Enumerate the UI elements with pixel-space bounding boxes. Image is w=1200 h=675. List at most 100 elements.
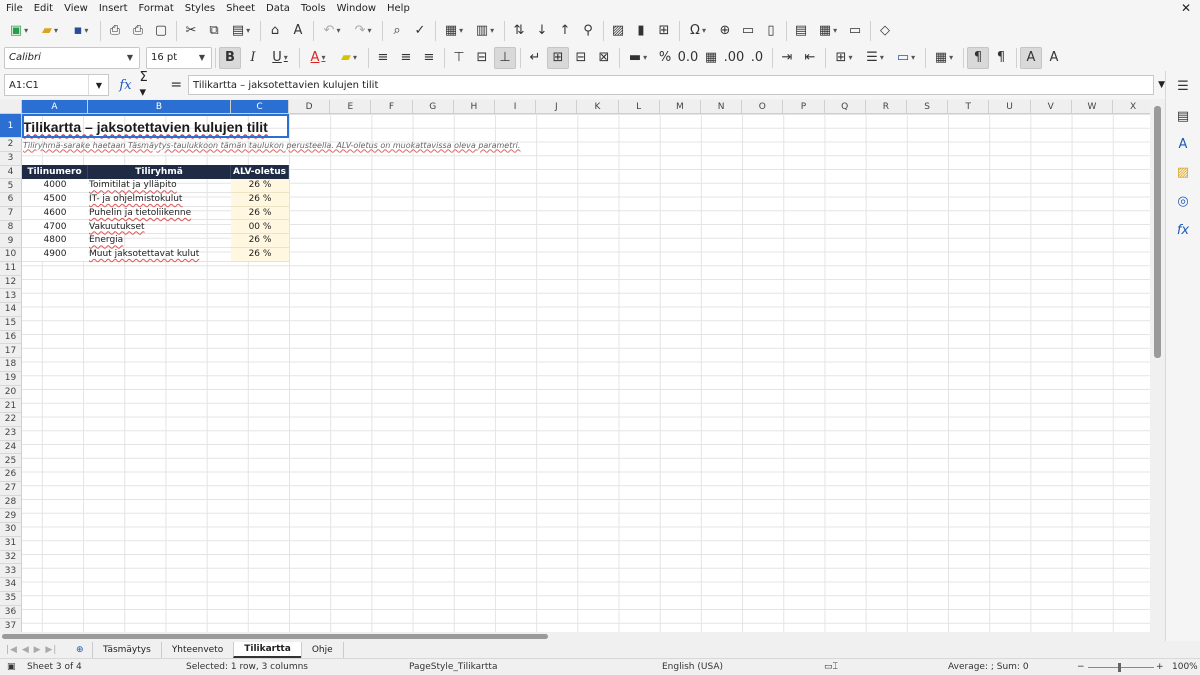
insert-chart-icon[interactable]: ▮	[630, 20, 652, 42]
clone-formatting-icon[interactable]: ⌂	[264, 20, 286, 42]
row-header-23[interactable]: 23	[0, 426, 22, 441]
row-header-33[interactable]: 33	[0, 564, 22, 578]
italic-button[interactable]: I	[242, 47, 264, 69]
column-header-p[interactable]: P	[783, 100, 825, 114]
menu-sheet[interactable]: Sheet	[226, 3, 255, 14]
vat-default-cell[interactable]: 26 %	[231, 247, 289, 262]
merge-cells-icon[interactable]: ⊟	[570, 47, 592, 69]
font-name-combo[interactable]: Calibri ▼	[4, 46, 140, 69]
chevron-down-icon[interactable]: ▼	[121, 48, 139, 68]
row-header-30[interactable]: 30	[0, 523, 22, 537]
row-header-28[interactable]: 28	[0, 495, 22, 510]
bold-button[interactable]: B	[219, 46, 241, 69]
tab-navigation-icon[interactable]: |◀ ◀ ▶ ▶|	[6, 645, 68, 655]
account-group-cell[interactable]: Puhelin ja tietoliikenne	[88, 207, 231, 221]
horizontal-scrollbar[interactable]	[0, 632, 1165, 641]
row-header-9[interactable]: 9	[0, 234, 22, 248]
row-header-20[interactable]: 20	[0, 385, 22, 400]
row-header-4[interactable]: 4	[0, 165, 22, 180]
menu-data[interactable]: Data	[266, 3, 290, 14]
unmerge-cells-icon[interactable]: ⊠	[593, 47, 615, 69]
show-draw-functions-icon[interactable]: ◇	[874, 20, 896, 42]
row-header-6[interactable]: 6	[0, 193, 22, 207]
row-header-12[interactable]: 12	[0, 275, 22, 290]
border-color-icon[interactable]: ▭	[891, 47, 921, 69]
tab-tasmaytys[interactable]: Täsmäytys	[92, 641, 161, 658]
special-character-icon[interactable]: Ω	[683, 20, 713, 42]
column-header-e[interactable]: E	[330, 100, 372, 114]
column-header-d[interactable]: D	[289, 100, 331, 114]
functions-icon[interactable]: fx	[1174, 221, 1192, 239]
row-header-11[interactable]: 11	[0, 261, 22, 276]
document-modified-icon[interactable]: ▣	[7, 662, 16, 672]
column-header-u[interactable]: U	[989, 100, 1031, 114]
number-format-icon[interactable]: 0.0	[677, 47, 699, 69]
row-header-14[interactable]: 14	[0, 303, 22, 317]
paste-icon[interactable]: ▤	[226, 20, 256, 42]
row-header-25[interactable]: 25	[0, 454, 22, 468]
font-size-combo[interactable]: 16 pt ▼	[146, 46, 212, 69]
account-group-cell[interactable]: Toimitilat ja ylläpito	[88, 179, 231, 193]
row-header-5[interactable]: 5	[0, 179, 22, 193]
zoom-slider[interactable]	[1088, 667, 1154, 668]
row-header-36[interactable]: 36	[0, 605, 22, 620]
hyperlink-icon[interactable]: ⊕	[714, 20, 736, 42]
column-header-h[interactable]: H	[453, 100, 495, 114]
row-header-15[interactable]: 15	[0, 316, 22, 331]
text-orientation-vertical-icon[interactable]: A	[1043, 47, 1065, 69]
export-pdf-icon[interactable]: ⎙	[104, 20, 126, 42]
row-header-16[interactable]: 16	[0, 330, 22, 345]
language[interactable]: English (USA)	[662, 662, 723, 672]
row-header-24[interactable]: 24	[0, 440, 22, 455]
column-header-s[interactable]: S	[907, 100, 949, 114]
highlight-color-icon[interactable]: ▰	[334, 47, 364, 69]
formula-input[interactable]: Tilikartta – jaksotettavien kulujen tili…	[188, 75, 1155, 95]
row-header-8[interactable]: 8	[0, 220, 22, 235]
account-number-cell[interactable]: 4700	[22, 220, 88, 234]
spelling-icon[interactable]: ✓	[409, 20, 431, 42]
account-group-cell[interactable]: Energia	[88, 234, 231, 248]
properties-icon[interactable]: ▤	[1174, 107, 1192, 125]
column-header-f[interactable]: F	[371, 100, 413, 114]
header-tilinumero[interactable]: Tilinumero	[22, 165, 88, 179]
row-header-18[interactable]: 18	[0, 358, 22, 372]
horizontal-scroll-thumb[interactable]	[2, 634, 548, 639]
add-decimal-icon[interactable]: .00	[723, 47, 745, 69]
align-middle-icon[interactable]: ⊟	[471, 47, 493, 69]
merge-center-icon[interactable]: ⊞	[547, 46, 569, 69]
row-header-26[interactable]: 26	[0, 468, 22, 482]
column-header-b[interactable]: B	[88, 100, 231, 114]
align-left-icon[interactable]: ≡	[372, 47, 394, 69]
row-header-7[interactable]: 7	[0, 206, 22, 221]
vat-default-cell[interactable]: 00 %	[231, 220, 289, 234]
tab-yhteenveto[interactable]: Yhteenveto	[160, 641, 233, 658]
menu-styles[interactable]: Styles	[185, 3, 215, 14]
wrap-text-icon[interactable]: ↵	[524, 47, 546, 69]
menu-tools[interactable]: Tools	[301, 3, 326, 14]
copy-icon[interactable]: ⧉	[203, 20, 225, 42]
styles-icon[interactable]: A	[1174, 135, 1192, 153]
sort-descending-icon[interactable]: ↑	[554, 20, 576, 42]
row-header-17[interactable]: 17	[0, 344, 22, 358]
new-document-icon[interactable]: ▣	[4, 20, 34, 42]
row-header-2[interactable]: 2	[0, 138, 22, 152]
row-header-37[interactable]: 37	[0, 619, 22, 632]
find-replace-icon[interactable]: ⌕	[386, 20, 408, 42]
borders-icon[interactable]: ⊞	[829, 47, 859, 69]
sum-icon[interactable]: Σ ▾	[140, 70, 159, 100]
column-header-a[interactable]: A	[22, 100, 88, 114]
account-number-cell[interactable]: 4800	[22, 234, 88, 248]
vat-default-cell[interactable]: 26 %	[231, 234, 289, 248]
row-header-3[interactable]: 3	[0, 151, 22, 166]
vertical-scrollbar[interactable]	[1150, 100, 1165, 632]
date-format-icon[interactable]: ▦	[700, 47, 722, 69]
redo-icon[interactable]: ↷	[348, 20, 378, 42]
column-header-q[interactable]: Q	[824, 100, 866, 114]
open-folder-icon[interactable]: ▰	[35, 20, 65, 42]
tab-tilikartta[interactable]: Tilikartta	[233, 641, 301, 658]
undo-icon[interactable]: ↶	[317, 20, 347, 42]
currency-format-icon[interactable]: ▬	[623, 47, 653, 69]
comment-icon[interactable]: ▭	[737, 20, 759, 42]
column-header-l[interactable]: L	[618, 100, 660, 114]
column-header-g[interactable]: G	[412, 100, 454, 114]
